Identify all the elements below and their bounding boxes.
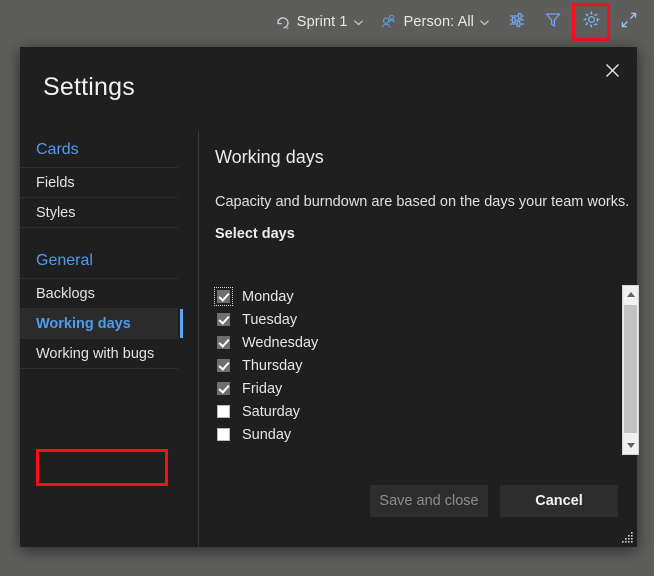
checkbox-thursday[interactable] <box>217 359 230 372</box>
content-heading: Working days <box>215 147 324 167</box>
gear-icon <box>581 9 602 35</box>
settings-nav: Cards Fields Styles General Backlogs Wor… <box>20 131 183 547</box>
save-and-close-button[interactable]: Save and close <box>370 485 488 517</box>
settings-content: Working days Capacity and burndown are b… <box>198 131 639 547</box>
sidebar-item-label: Fields <box>36 175 75 191</box>
checkbox-friday[interactable] <box>217 382 230 395</box>
day-label: Sunday <box>242 426 292 443</box>
day-row-sunday[interactable]: Sunday <box>215 423 615 446</box>
day-row-tuesday[interactable]: Tuesday <box>215 308 615 331</box>
expand-arrows-icon <box>619 10 639 35</box>
days-list: Monday Tuesday Wednesday Thursday Friday… <box>214 285 615 446</box>
funnel-icon <box>543 10 563 35</box>
day-row-thursday[interactable]: Thursday <box>215 354 615 377</box>
selection-indicator <box>180 309 183 338</box>
sidebar-item-label: Backlogs <box>36 286 95 302</box>
sprint-icon <box>274 13 292 31</box>
sprint-selector[interactable]: Sprint 1 <box>267 5 372 39</box>
cancel-button[interactable]: Cancel <box>500 485 618 517</box>
checkbox-saturday[interactable] <box>217 405 230 418</box>
day-label: Monday <box>242 288 294 305</box>
sliders-icon <box>507 10 527 35</box>
nav-group-general: General <box>36 252 93 269</box>
resize-grip[interactable] <box>621 531 634 544</box>
working-days-selector: Monday Tuesday Wednesday Thursday Friday… <box>214 285 639 455</box>
sidebar-item-backlogs[interactable]: Backlogs <box>20 278 178 309</box>
day-row-monday[interactable]: Monday <box>214 285 615 308</box>
filter-button[interactable] <box>536 5 570 39</box>
person-filter[interactable]: Person: All <box>372 5 498 39</box>
sidebar-item-label: Working days <box>36 316 131 332</box>
dialog-footer: Save and close Cancel <box>370 485 618 517</box>
nav-group-cards: Cards <box>36 141 79 158</box>
settings-button[interactable] <box>572 3 610 41</box>
page-title: Settings <box>43 73 135 101</box>
chevron-down-icon <box>352 16 365 29</box>
day-label: Saturday <box>242 403 301 420</box>
app-root: Sprint 1 Person: All Settings Cards Fiel… <box>0 0 654 576</box>
day-row-friday[interactable]: Friday <box>215 377 615 400</box>
sidebar-item-working-with-bugs[interactable]: Working with bugs <box>20 338 178 369</box>
day-label: Tuesday <box>242 311 298 328</box>
day-label: Friday <box>242 380 283 397</box>
close-icon[interactable] <box>595 54 629 86</box>
day-label: Wednesday <box>242 334 319 351</box>
checkbox-tuesday[interactable] <box>217 313 230 326</box>
fullscreen-button[interactable] <box>612 5 646 39</box>
view-options-button[interactable] <box>500 5 534 39</box>
content-description: Capacity and burndown are based on the d… <box>215 194 630 210</box>
select-days-label: Select days <box>215 226 295 242</box>
sprint-label: Sprint 1 <box>296 14 348 30</box>
day-label: Thursday <box>242 357 303 374</box>
checkbox-sunday[interactable] <box>217 428 230 441</box>
top-toolbar: Sprint 1 Person: All <box>0 0 654 44</box>
day-row-saturday[interactable]: Saturday <box>215 400 615 423</box>
settings-dialog: Settings Cards Fields Styles General Bac… <box>20 47 639 547</box>
chevron-down-icon <box>478 16 491 29</box>
sidebar-item-styles[interactable]: Styles <box>20 197 178 228</box>
sidebar-item-label: Styles <box>36 205 76 221</box>
day-row-wednesday[interactable]: Wednesday <box>215 331 615 354</box>
sidebar-item-label: Working with bugs <box>36 346 155 362</box>
scroll-down-arrow-icon[interactable] <box>623 437 638 454</box>
scrollbar-thumb[interactable] <box>624 305 637 433</box>
person-filter-label: Person: All <box>403 14 474 30</box>
sidebar-item-fields[interactable]: Fields <box>20 167 178 198</box>
checkbox-wednesday[interactable] <box>217 336 230 349</box>
checkbox-monday[interactable] <box>214 287 233 306</box>
annotation-box-working-days <box>36 449 168 486</box>
days-scrollbar[interactable] <box>622 285 639 455</box>
people-icon <box>379 13 399 31</box>
sidebar-item-working-days[interactable]: Working days <box>20 308 183 339</box>
scroll-up-arrow-icon[interactable] <box>623 286 638 303</box>
